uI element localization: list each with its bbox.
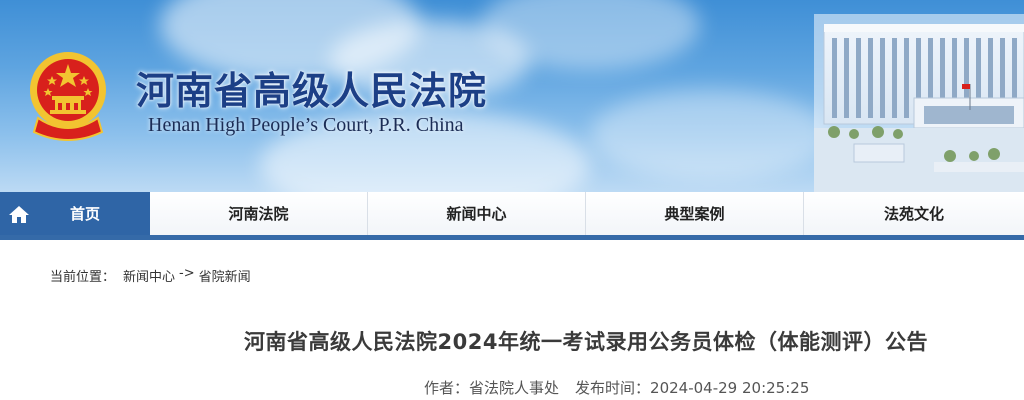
home-icon [9,206,29,223]
date-value: 2024-04-29 20:25:25 [650,379,810,397]
date-label: 发布时间： [575,379,651,397]
nav-item-henan-courts[interactable]: 河南法院 [150,192,368,235]
nav-item-label: 首页 [69,205,100,223]
courthouse-building-image [814,14,1024,192]
main-nav: 首页 河南法院 新闻中心 典型案例 法苑文化 [0,192,1024,240]
nav-item-label: 新闻中心 [446,205,507,223]
national-emblem-icon [30,52,106,141]
nav-item-court-culture[interactable]: 法苑文化 [804,192,1024,235]
nav-item-typical-cases[interactable]: 典型案例 [586,192,804,235]
nav-item-label: 法苑文化 [883,205,944,223]
breadcrumb-link-court-news[interactable]: 省院新闻 [199,266,251,285]
nav-item-news-center[interactable]: 新闻中心 [368,192,586,235]
article-title: 河南省高级人民法院2024年统一考试录用公务员体检（体能测评）公告 [244,330,928,354]
article-meta: 作者：省法院人事处 发布时间：2024-04-29 20:25:25 [424,377,809,398]
breadcrumb: 当前位置： 新闻中心 -> 省院新闻 [50,266,251,285]
site-banner: 河南省高级人民法院 Henan High People’s Court, P.R… [0,0,1024,192]
nav-item-label: 河南法院 [228,205,289,223]
breadcrumb-prefix: 当前位置： [50,270,116,285]
breadcrumb-link-news-center[interactable]: 新闻中心 [123,266,175,285]
author-label: 作者： [424,379,470,397]
author-value: 省法院人事处 [469,379,560,397]
site-title-cn: 河南省高级人民法院 [136,68,488,113]
nav-item-home[interactable]: 首页 [0,192,150,235]
site-title-en: Henan High People’s Court, P.R. China [148,114,464,136]
nav-item-label: 典型案例 [664,205,725,223]
breadcrumb-separator: -> [179,266,195,281]
